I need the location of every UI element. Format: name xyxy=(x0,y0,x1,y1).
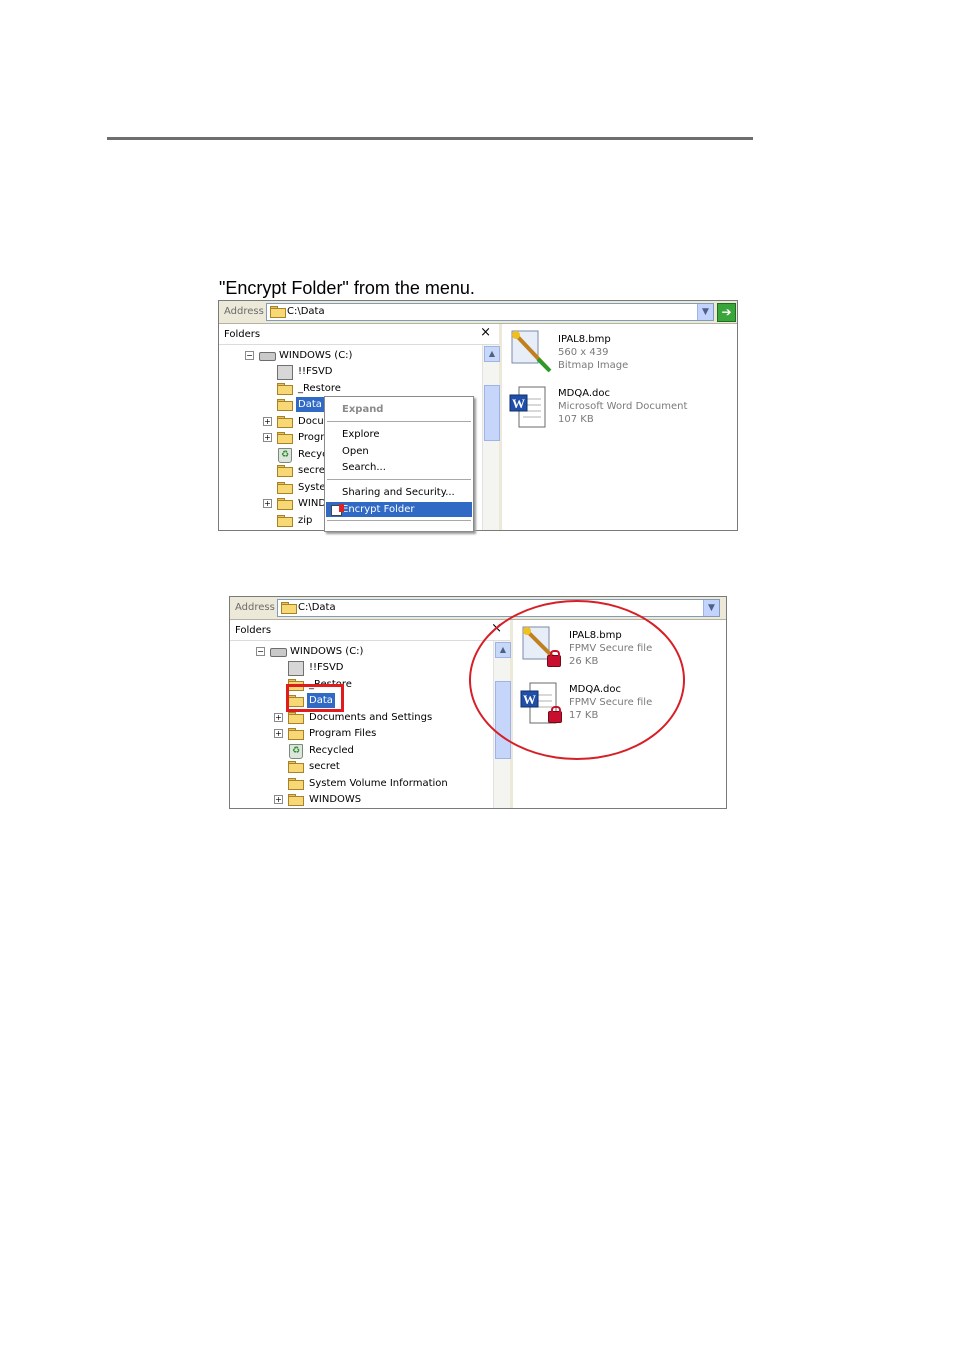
folder-icon xyxy=(288,712,304,724)
file-item[interactable]: MDQA.doc Microsoft Word Document 107 KB xyxy=(558,387,687,426)
folder-icon xyxy=(288,794,304,806)
tree-item-label: secret xyxy=(309,761,340,772)
folders-scrollbar[interactable]: ▲ xyxy=(482,345,500,530)
tree-item-label: Syste xyxy=(298,482,326,493)
folder-icon xyxy=(288,761,304,773)
file-name: MDQA.doc xyxy=(558,388,611,399)
folder-icon xyxy=(277,399,293,411)
address-input[interactable]: C:\Data ▼ xyxy=(277,599,720,617)
word-document-icon[interactable]: W xyxy=(509,385,553,429)
menu-item-open[interactable]: Open xyxy=(326,444,472,459)
menu-separator xyxy=(327,520,471,521)
menu-item-search[interactable]: Search... xyxy=(326,460,472,475)
recycle-bin-icon: ♻ xyxy=(289,744,303,759)
expand-icon[interactable]: + xyxy=(263,417,272,426)
encrypted-files-highlight xyxy=(469,600,685,760)
menu-item-encrypt-folder[interactable]: Encrypt Folder xyxy=(326,502,472,517)
expand-icon[interactable]: + xyxy=(274,795,283,804)
tree-item-label: !!FSVD xyxy=(298,366,333,377)
folder-icon xyxy=(277,482,293,494)
menu-item-explore[interactable]: Explore xyxy=(326,427,472,442)
address-value: C:\Data xyxy=(287,306,325,317)
expand-icon[interactable]: + xyxy=(263,433,272,442)
tree-item-label: secre xyxy=(298,465,325,476)
tree-item-label: Data xyxy=(296,397,324,412)
folders-title: Folders xyxy=(224,329,261,340)
collapse-icon[interactable]: − xyxy=(256,647,265,656)
tree-root-label: WINDOWS (C:) xyxy=(279,350,353,361)
menu-item-sharing[interactable]: Sharing and Security... xyxy=(326,485,472,500)
expand-icon[interactable]: + xyxy=(263,499,272,508)
tree-item-label: !!FSVD xyxy=(309,662,344,673)
menu-item-label: Encrypt Folder xyxy=(342,504,415,515)
context-menu: Expand Explore Open Search... Sharing an… xyxy=(324,396,474,532)
folder-icon xyxy=(288,728,304,740)
chevron-down-icon[interactable]: ▼ xyxy=(697,304,713,320)
folders-header: Folders × xyxy=(230,620,510,641)
address-input[interactable]: C:\Data ▼ xyxy=(266,303,714,321)
recycle-bin-icon: ♻ xyxy=(278,448,292,463)
address-label: Address xyxy=(224,306,264,317)
folders-header: Folders × xyxy=(219,324,499,345)
data-folder-highlight xyxy=(286,684,344,712)
folder-icon xyxy=(281,602,297,614)
chevron-down-icon[interactable]: ▼ xyxy=(703,600,719,616)
file-type: Microsoft Word Document xyxy=(558,401,688,412)
folder-icon xyxy=(277,465,293,477)
menu-item-expand[interactable]: Expand xyxy=(326,402,472,417)
folder-icon xyxy=(277,498,293,510)
drive-icon xyxy=(259,352,276,361)
folder-icon xyxy=(277,515,293,527)
expand-icon[interactable]: + xyxy=(274,729,283,738)
disk-icon xyxy=(288,661,304,676)
menu-separator xyxy=(327,479,471,480)
file-dimensions: 560 x 439 xyxy=(558,347,609,358)
disk-icon xyxy=(277,365,293,380)
tree-item-label: WINDOWS xyxy=(309,794,362,805)
folder-icon xyxy=(277,432,293,444)
drive-icon xyxy=(270,648,287,657)
paint-bitmap-icon[interactable] xyxy=(508,329,554,373)
tree-item-label: _Restore xyxy=(298,383,341,394)
address-label: Address xyxy=(235,602,275,613)
address-bar: Address C:\Data ▼ xyxy=(230,597,726,620)
folder-icon xyxy=(277,383,293,395)
folder-icon xyxy=(270,306,286,318)
file-name: IPAL8.bmp xyxy=(558,334,611,345)
tree-item-label: Recycled xyxy=(309,745,354,756)
instruction-caption: "Encrypt Folder" from the menu. xyxy=(219,278,475,298)
go-arrow-icon[interactable]: ➔ xyxy=(717,303,736,322)
address-value: C:\Data xyxy=(298,602,336,613)
tree-item-label: System Volume Information xyxy=(309,778,448,789)
folder-icon xyxy=(277,416,293,428)
tree-item-label: zip xyxy=(298,515,313,526)
header-rule xyxy=(107,137,753,140)
menu-separator xyxy=(327,421,471,422)
tree-item-label: Program Files xyxy=(309,728,377,739)
collapse-icon[interactable]: − xyxy=(245,351,254,360)
file-item[interactable]: IPAL8.bmp 560 x 439 Bitmap Image xyxy=(558,333,628,372)
folder-icon xyxy=(288,778,304,790)
folders-title: Folders xyxy=(235,625,272,636)
file-type: Bitmap Image xyxy=(558,360,629,371)
encrypt-icon xyxy=(331,504,344,516)
scroll-thumb[interactable] xyxy=(484,385,500,441)
tree-root-label: WINDOWS (C:) xyxy=(290,646,364,657)
address-bar: Address C:\Data ▼ ➔ xyxy=(219,301,737,324)
scroll-up-icon[interactable]: ▲ xyxy=(484,346,500,362)
svg-text:W: W xyxy=(512,396,525,411)
tree-item-label: Documents and Settings xyxy=(309,712,433,723)
close-icon[interactable]: × xyxy=(480,325,491,340)
explorer-screenshot-before: Address C:\Data ▼ ➔ Folders × ▲ − WINDOW… xyxy=(218,300,738,531)
expand-icon[interactable]: + xyxy=(274,713,283,722)
file-size: 107 KB xyxy=(558,414,594,425)
tree-item-label: Progr xyxy=(298,432,325,443)
